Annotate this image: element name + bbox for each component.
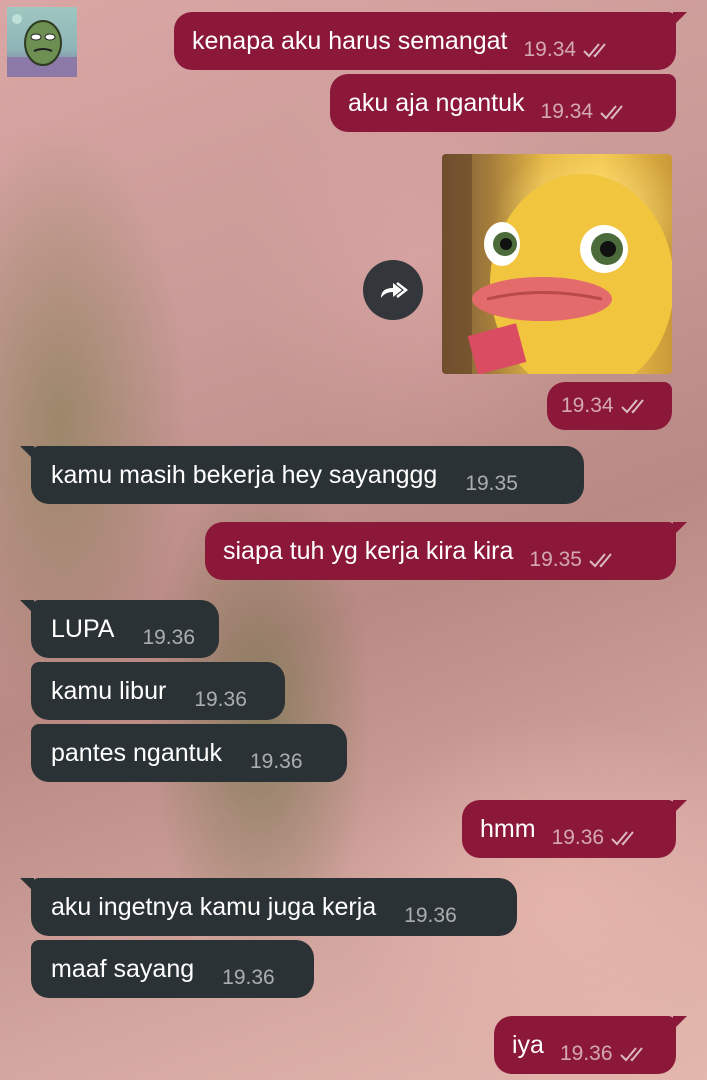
- message-bubble-outgoing[interactable]: hmm 19.36: [462, 800, 687, 858]
- message-text: kamu libur: [51, 677, 167, 705]
- message-time: 19.34: [540, 100, 594, 123]
- message-meta: 19.35: [465, 469, 518, 499]
- message-time: 19.36: [142, 626, 196, 649]
- profile-avatar-icon: [7, 14, 77, 77]
- message-time: 19.36: [404, 904, 457, 927]
- double-check-icon: [619, 1047, 643, 1062]
- message-meta: 19.36: [560, 1039, 649, 1069]
- message-text: aku ingetnya kamu juga kerja: [51, 893, 377, 921]
- forward-button[interactable]: [363, 260, 423, 320]
- message-text: siapa tuh yg kerja kira kira: [223, 537, 514, 565]
- message-text: iya: [512, 1031, 544, 1059]
- double-check-icon: [583, 43, 606, 58]
- message-time: 19.34: [561, 394, 614, 417]
- message-meta: 19.34: [524, 35, 613, 65]
- double-check-icon: [611, 831, 634, 846]
- message-text: kamu masih bekerja hey sayanggg: [51, 461, 438, 489]
- message-meta: 19.36: [142, 623, 195, 653]
- message-text: kenapa aku harus semangat: [192, 27, 508, 55]
- message-bubble-incoming[interactable]: kamu libur 19.36: [31, 662, 285, 720]
- message-bubble-outgoing[interactable]: iya 19.36: [494, 1016, 687, 1074]
- message-meta: 19.34: [541, 97, 630, 127]
- contact-avatar[interactable]: [7, 7, 77, 77]
- shared-image[interactable]: [442, 154, 672, 374]
- message-bubble-incoming[interactable]: kamu masih bekerja hey sayanggg 19.35: [20, 446, 584, 504]
- message-meta: 19.36: [194, 685, 247, 715]
- message-time: 19.36: [222, 966, 275, 989]
- double-check-icon: [589, 553, 612, 568]
- message-bubble-outgoing[interactable]: kenapa aku harus semangat 19.34: [174, 12, 687, 70]
- image-meta-bubble[interactable]: 19.34: [547, 382, 672, 430]
- message-time: 19.36: [249, 750, 303, 773]
- message-bubble-incoming[interactable]: LUPA 19.36: [20, 600, 219, 658]
- message-bubble-outgoing[interactable]: siapa tuh yg kerja kira kira 19.35: [205, 522, 687, 580]
- message-meta: 19.36: [552, 823, 641, 853]
- message-bubble-incoming[interactable]: aku ingetnya kamu juga kerja 19.36: [20, 878, 517, 936]
- message-bubble-outgoing[interactable]: aku aja ngantuk 19.34: [330, 74, 676, 132]
- message-text: hmm: [480, 815, 536, 843]
- double-check-icon: [600, 105, 623, 120]
- message-meta: 19.34: [561, 391, 650, 421]
- message-meta: 19.36: [222, 963, 275, 993]
- message-meta: 19.36: [250, 747, 303, 777]
- message-meta: 19.36: [404, 901, 457, 931]
- message-text: maaf sayang: [51, 955, 195, 983]
- message-time: 19.36: [551, 826, 605, 849]
- message-text: aku aja ngantuk: [348, 89, 525, 117]
- message-time: 19.34: [523, 38, 577, 61]
- message-time: 19.36: [194, 688, 247, 711]
- message-time: 19.35: [465, 472, 518, 495]
- message-text: LUPA: [51, 615, 115, 643]
- message-bubble-incoming[interactable]: maaf sayang 19.36: [31, 940, 314, 998]
- message-time: 19.36: [559, 1042, 613, 1065]
- yellow-character-image: [442, 154, 672, 374]
- message-meta: 19.35: [529, 545, 618, 575]
- double-check-icon: [620, 399, 644, 414]
- message-bubble-incoming[interactable]: pantes ngantuk 19.36: [31, 724, 347, 782]
- message-time: 19.35: [529, 548, 582, 571]
- forward-icon: [381, 282, 408, 298]
- message-text: pantes ngantuk: [51, 739, 222, 767]
